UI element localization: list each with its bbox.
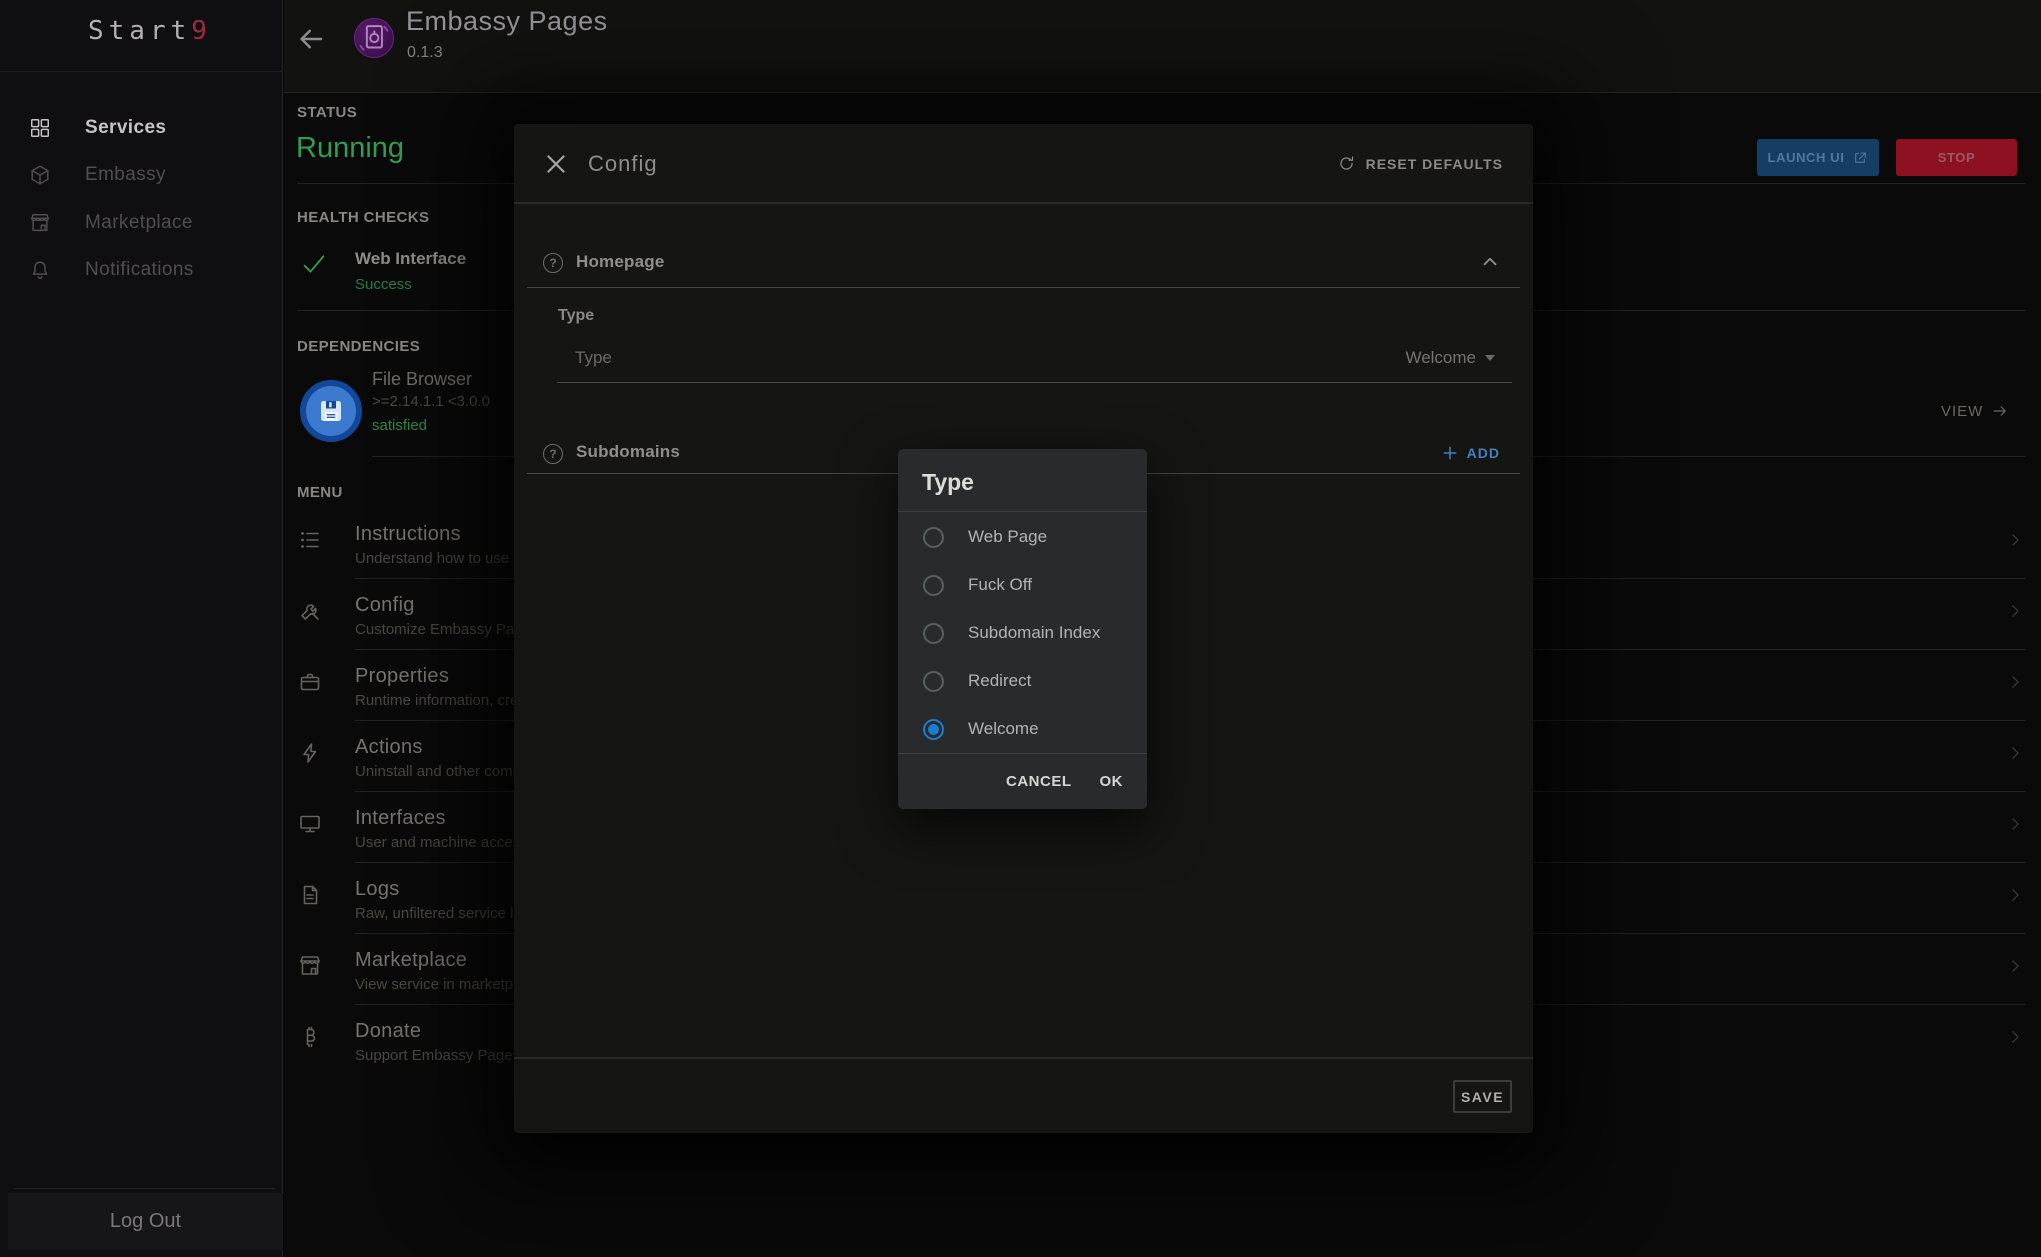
receipt-icon — [298, 883, 322, 907]
radio-icon — [923, 527, 944, 548]
launch-ui-button[interactable]: LAUNCH UI — [1757, 139, 1879, 176]
chevron-right-icon — [2006, 744, 2024, 762]
homepage-section-label: Homepage — [576, 252, 665, 272]
config-dialog-header: Config RESET DEFAULTS — [514, 124, 1533, 204]
dependencies-section-label: DEPENDENCIES — [297, 338, 420, 355]
sidebar-item-notifications[interactable]: Notifications — [0, 247, 283, 293]
refresh-icon — [1337, 154, 1356, 173]
ok-button[interactable]: OK — [1100, 773, 1124, 790]
bell-icon — [29, 259, 51, 281]
launch-ui-label: LAUNCH UI — [1768, 150, 1845, 165]
radio-icon — [923, 719, 944, 740]
sidebar-item-embassy[interactable]: Embassy — [0, 152, 283, 198]
radio-icon — [923, 623, 944, 644]
check-icon — [300, 250, 328, 278]
type-group-label: Type — [558, 307, 594, 325]
health-check-name: Web Interface — [355, 249, 466, 269]
divider — [527, 287, 1520, 288]
chevron-right-icon — [2006, 815, 2024, 833]
save-button[interactable]: SAVE — [1453, 1080, 1512, 1113]
chevron-up-icon[interactable] — [1479, 251, 1501, 273]
type-option-welcome[interactable]: Welcome — [898, 705, 1147, 753]
caret-down-icon — [1485, 355, 1495, 361]
list-icon — [298, 528, 322, 552]
monitor-icon — [298, 812, 322, 836]
storefront-icon — [298, 954, 322, 978]
chevron-right-icon — [2006, 1028, 2024, 1046]
type-option-redirect[interactable]: Redirect — [898, 657, 1147, 705]
plus-icon — [1441, 444, 1459, 462]
app-version: 0.1.3 — [407, 44, 443, 62]
subdomains-section-label: Subdomains — [576, 442, 680, 462]
storefront-icon — [29, 212, 51, 234]
back-arrow-icon[interactable] — [296, 24, 326, 54]
tools-icon — [298, 599, 322, 623]
divider — [14, 1188, 275, 1189]
stop-label: STOP — [1938, 150, 1976, 165]
page-title: Embassy Pages — [406, 6, 608, 37]
view-dependency-link[interactable]: VIEW — [1941, 402, 2009, 420]
lightning-icon — [298, 741, 322, 765]
divider — [898, 511, 1147, 512]
health-checks-section-label: HEALTH CHECKS — [297, 209, 429, 226]
status-value: Running — [296, 132, 404, 165]
sidebar-item-marketplace[interactable]: Marketplace — [0, 200, 283, 246]
divider — [0, 71, 283, 72]
add-subdomain-button[interactable]: ADD — [1441, 444, 1500, 462]
field-label: Type — [575, 348, 612, 368]
menu-section-label: MENU — [297, 484, 343, 501]
cube-icon — [29, 164, 51, 186]
app-icon — [354, 18, 394, 58]
dialog-title: Config — [588, 151, 658, 177]
close-icon[interactable] — [543, 151, 569, 177]
dependency-status: satisfied — [372, 417, 427, 434]
logout-button[interactable]: Log Out — [8, 1193, 283, 1250]
type-option-subdomain-index[interactable]: Subdomain Index — [898, 609, 1147, 657]
arrow-right-icon — [1991, 402, 2009, 420]
sidebar: Start9 Services Embassy Marketplace Noti… — [0, 0, 283, 1257]
external-link-icon — [1852, 150, 1868, 166]
view-label: VIEW — [1941, 403, 1983, 420]
briefcase-icon — [298, 670, 322, 694]
radio-icon — [923, 671, 944, 692]
popup-title: Type — [922, 469, 974, 496]
status-section-label: STATUS — [297, 104, 357, 121]
chevron-right-icon — [2006, 673, 2024, 691]
stop-button[interactable]: STOP — [1896, 139, 2017, 176]
type-option-fuck-off[interactable]: Fuck Off — [898, 561, 1147, 609]
health-check-result: Success — [355, 276, 412, 293]
logo-accent: 9 — [191, 16, 212, 46]
chevron-right-icon — [2006, 957, 2024, 975]
chevron-right-icon — [2006, 602, 2024, 620]
help-icon[interactable] — [543, 444, 563, 464]
start9-logo: Start9 — [88, 16, 212, 46]
divider — [557, 382, 1512, 383]
chevron-right-icon — [2006, 886, 2024, 904]
cancel-button[interactable]: CANCEL — [1006, 773, 1072, 790]
selected-value: Welcome — [1405, 348, 1476, 368]
radio-icon — [923, 575, 944, 596]
bitcoin-icon — [298, 1025, 322, 1049]
dependency-name: File Browser — [372, 369, 472, 390]
dependency-version-range: >=2.14.1.1 <3.0.0 — [372, 393, 490, 410]
type-option-web-page[interactable]: Web Page — [898, 513, 1147, 561]
grid-icon — [29, 117, 51, 139]
help-icon[interactable] — [543, 253, 563, 273]
floppy-disk-icon — [300, 380, 362, 442]
type-select-popup: Type Web Page Fuck Off Subdomain Index R… — [898, 449, 1147, 809]
reset-defaults-button[interactable]: RESET DEFAULTS — [1337, 154, 1503, 173]
sidebar-item-services[interactable]: Services — [0, 105, 283, 151]
chevron-right-icon — [2006, 531, 2024, 549]
divider — [514, 1057, 1533, 1059]
